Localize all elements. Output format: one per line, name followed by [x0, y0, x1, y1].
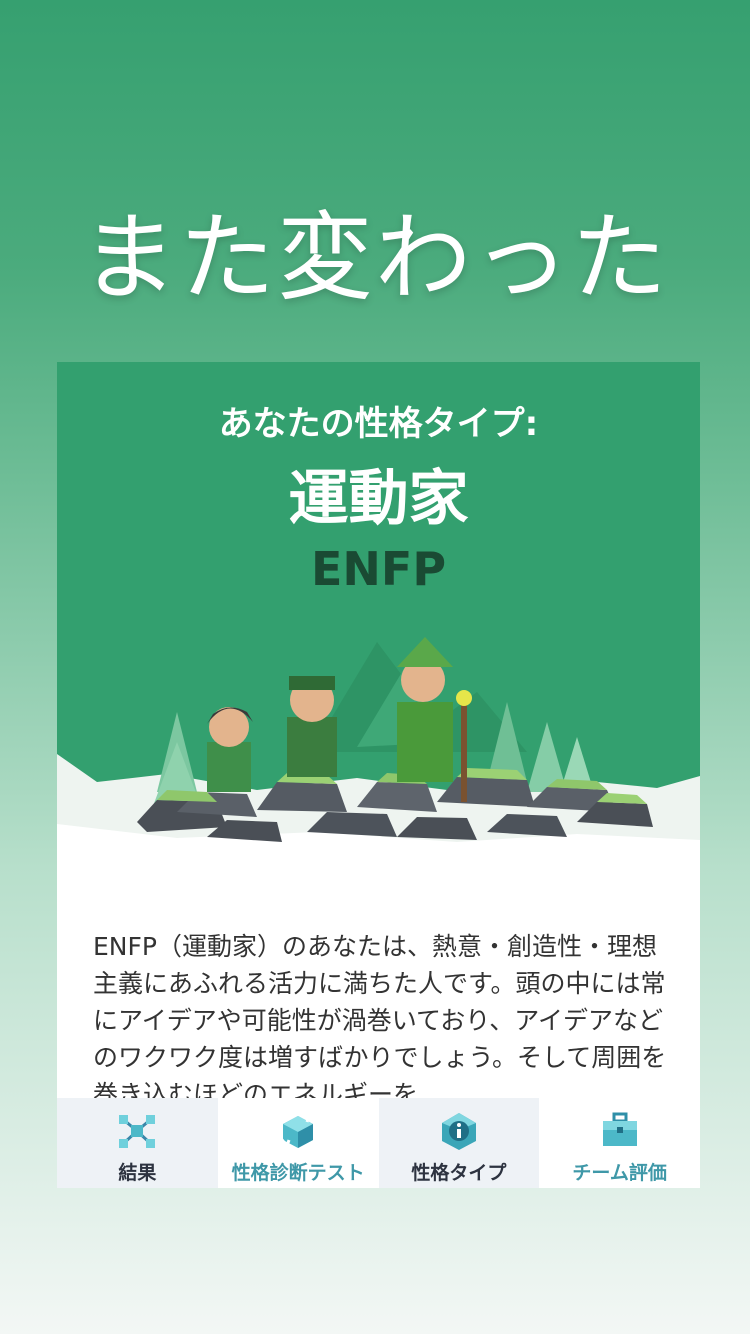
tab-personality-types-label: 性格タイプ — [411, 1162, 507, 1184]
cube-arrows-icon — [277, 1112, 319, 1150]
briefcase-icon — [602, 1112, 637, 1146]
tab-results[interactable]: 結果 — [57, 1098, 218, 1188]
tab-personality-test-label: 性格診断テスト — [231, 1162, 365, 1184]
info-gem-icon — [441, 1113, 476, 1150]
result-card: あなたの性格タイプ: 運動家 ENFP ENFP（運動家）のあなたは、熱意・創造… — [57, 362, 700, 1188]
tab-personality-types[interactable]: 性格タイプ — [378, 1098, 540, 1188]
headline: また変わった — [81, 202, 669, 314]
tab-team-assessment[interactable]: チーム評価 — [539, 1098, 700, 1188]
type-name: 運動家 — [288, 464, 469, 534]
type-code: ENFP — [310, 542, 447, 596]
tab-results-label: 結果 — [118, 1162, 157, 1184]
description-text: ENFP（運動家）のあなたは、熱意・創造性・理想主義にあふれる活力に満ちた人です… — [93, 932, 667, 1109]
type-label: あなたの性格タイプ: — [218, 404, 539, 444]
tab-personality-test[interactable]: 性格診断テスト — [217, 1098, 379, 1188]
tab-bar: 結果 性格診断テスト 性格タイプ チーム評価 — [57, 1098, 700, 1188]
campers-illustration — [137, 637, 653, 842]
molecule-icon — [119, 1115, 156, 1148]
tab-team-assessment-label: チーム評価 — [572, 1162, 667, 1184]
